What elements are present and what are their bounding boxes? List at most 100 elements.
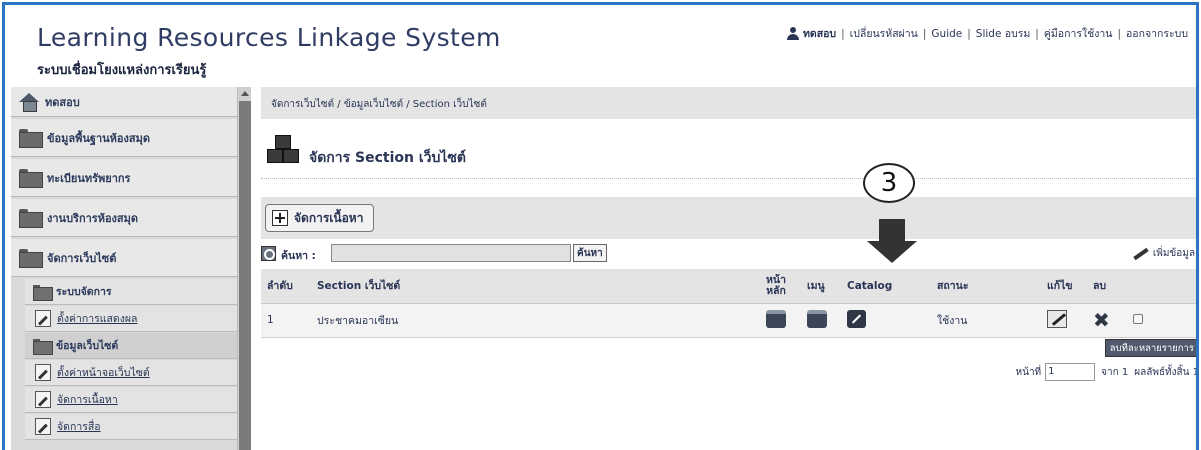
row-status: ใช้งาน	[931, 303, 1041, 338]
folder-icon	[19, 168, 43, 188]
nav-separator: |	[922, 27, 927, 40]
nav-logout-link[interactable]: ออกจากระบบ	[1126, 25, 1188, 42]
edit-page-icon	[35, 418, 51, 435]
pager: หน้าที่ 1 จาก 1 ผลลัพธ์ทั้งสิ้น 1	[1015, 363, 1199, 381]
nav-separator: |	[1035, 27, 1039, 40]
sidebar-item-home[interactable]: ทดสอบ	[11, 87, 237, 117]
folder-icon	[33, 338, 53, 355]
total-results-label: ผลลัพธ์ทั้งสิ้น 1	[1134, 366, 1199, 378]
sidebar-item-label: งานบริการห้องสมุด	[47, 211, 139, 225]
col-order: ลำดับ	[261, 269, 311, 304]
edit-page-icon	[35, 364, 51, 381]
table-row: 1 ประชาคมอาเซียน ใช้งาน ✖	[261, 303, 1196, 338]
sections-table: ลำดับ Section เว็บไซต์ หน้า หลัก เมนู Ca…	[261, 269, 1196, 338]
nav-guide-link[interactable]: Guide	[931, 28, 962, 40]
sidebar-subitem-screen-settings[interactable]: ตั้งค่าหน้าจอเว็บไซต์	[25, 360, 237, 386]
delete-icon[interactable]: ✖	[1093, 310, 1110, 330]
page-title: จัดการ Section เว็บไซต์	[309, 150, 467, 166]
nav-separator: |	[967, 27, 971, 40]
toolbar: จัดการเนื้อหา	[261, 197, 1196, 239]
down-arrow-icon	[879, 219, 905, 243]
sidebar-subitem-label: จัดการสื่อ	[57, 421, 101, 433]
col-delete: ลบ	[1087, 269, 1127, 304]
sidebar: ทดสอบ ข้อมูลพื้นฐานห้องสมุด ทะเบียนทรัพย…	[11, 87, 251, 450]
search-bar: ค้นหา : ค้นหา เพิ่มข้อมูล	[261, 241, 1196, 267]
col-catalog: Catalog	[841, 269, 931, 304]
col-menu: เมนู	[801, 269, 841, 304]
add-data-label: เพิ่มข้อมูล	[1152, 247, 1195, 259]
nav-separator: |	[1117, 27, 1121, 40]
col-select	[1127, 269, 1196, 304]
app-frame: Learning Resources Linkage System ระบบเช…	[2, 2, 1199, 450]
table-header-row: ลำดับ Section เว็บไซต์ หน้า หลัก เมนู Ca…	[261, 269, 1196, 304]
sidebar-item-library-info[interactable]: ข้อมูลพื้นฐานห้องสมุด	[11, 119, 237, 157]
main-page-icon[interactable]	[766, 309, 786, 328]
manage-content-button[interactable]: จัดการเนื้อหา	[265, 204, 375, 232]
app-subtitle: ระบบเชื่อมโยงแหล่งการเรียนรู้	[37, 63, 207, 78]
row-order: 1	[261, 303, 311, 338]
nav-change-password-link[interactable]: เปลี่ยนรหัสผ่าน	[850, 25, 918, 42]
folder-icon	[19, 208, 43, 228]
row-main-page	[751, 303, 801, 338]
breadcrumb: จัดการเว็บไซต์ / ข้อมูลเว็บไซต์ / Sectio…	[261, 87, 1196, 119]
scroll-up-icon[interactable]	[241, 91, 249, 96]
sidebar-subitem-website-data[interactable]: ข้อมูลเว็บไซต์	[25, 333, 237, 359]
row-select	[1127, 303, 1196, 338]
add-data-link[interactable]: เพิ่มข้อมูล	[1131, 245, 1195, 261]
row-delete: ✖	[1087, 303, 1127, 338]
search-input[interactable]	[331, 244, 571, 262]
folder-icon	[19, 248, 43, 268]
menu-icon[interactable]	[807, 309, 827, 328]
row-section: ประชาคมอาเซียน	[311, 303, 751, 338]
nav-user-link[interactable]: ทดสอบ	[803, 25, 836, 42]
page-number-input[interactable]: 1	[1045, 363, 1096, 381]
edit-page-icon	[35, 391, 51, 408]
nav-separator: |	[841, 27, 845, 40]
sidebar-scrollbar[interactable]	[237, 87, 251, 450]
sidebar-subitem-label: ตั้งค่าหน้าจอเว็บไซต์	[57, 367, 150, 379]
page-header: จัดการ Section เว็บไซต์	[261, 125, 1196, 179]
sidebar-subitem-management[interactable]: ระบบจัดการ	[25, 279, 237, 305]
col-section: Section เว็บไซต์	[311, 269, 751, 304]
sidebar-item-label: จัดการเว็บไซต์	[47, 251, 117, 265]
sidebar-item-manage-website[interactable]: จัดการเว็บไซต์	[11, 239, 237, 277]
search-button[interactable]: ค้นหา	[573, 244, 607, 262]
scrollbar-thumb[interactable]	[239, 101, 251, 450]
sidebar-subitem-label: จัดการเนื้อหา	[57, 394, 118, 406]
col-main-page: หน้า หลัก	[751, 269, 801, 304]
sidebar-item-resources[interactable]: ทะเบียนทรัพยากร	[11, 159, 237, 197]
plus-icon	[272, 210, 288, 226]
sidebar-subitem-display-settings[interactable]: ตั้งค่าการแสดงผล	[25, 306, 237, 332]
row-catalog	[841, 303, 931, 338]
row-edit	[1041, 303, 1087, 338]
step-annotation: 3	[863, 163, 915, 203]
col-edit: แก้ไข	[1041, 269, 1087, 304]
row-checkbox[interactable]	[1133, 313, 1143, 324]
manage-content-label: จัดการเนื้อหา	[294, 210, 364, 225]
multi-delete-button[interactable]: ลบทีละหลายรายการ	[1104, 339, 1196, 357]
sidebar-item-library-services[interactable]: งานบริการห้องสมุด	[11, 199, 237, 237]
sidebar-item-label: ทดสอบ	[45, 95, 80, 109]
sidebar-subitem-label: ระบบจัดการ	[56, 286, 112, 298]
sidebar-subitem-manage-media[interactable]: จัดการสื่อ	[25, 414, 237, 440]
main-content: จัดการเว็บไซต์ / ข้อมูลเว็บไซต์ / Sectio…	[257, 87, 1199, 450]
edit-page-icon	[35, 310, 51, 327]
edit-icon[interactable]	[1047, 309, 1067, 328]
top-nav: ทดสอบ | เปลี่ยนรหัสผ่าน | Guide | Slide …	[786, 25, 1188, 42]
nav-slide-link[interactable]: Slide อบรม	[976, 25, 1031, 42]
cubes-icon	[267, 135, 299, 165]
sidebar-subitem-manage-content[interactable]: จัดการเนื้อหา	[25, 387, 237, 413]
search-label: ค้นหา :	[281, 250, 316, 262]
user-icon	[786, 27, 799, 40]
sidebar-subitem-label: ตั้งค่าการแสดงผล	[57, 313, 138, 325]
sidebar-subitem-label: ข้อมูลเว็บไซต์	[56, 340, 119, 352]
pencil-icon	[1131, 245, 1149, 261]
header: Learning Resources Linkage System ระบบเช…	[5, 5, 1196, 85]
page-label: หน้าที่	[1015, 366, 1042, 378]
search-icon	[261, 246, 276, 261]
catalog-edit-icon[interactable]	[847, 309, 866, 328]
nav-manual-link[interactable]: คู่มือการใช้งาน	[1044, 25, 1113, 42]
folder-icon	[33, 284, 53, 301]
page-of-label: จาก 1	[1101, 366, 1129, 378]
row-menu	[801, 303, 841, 338]
